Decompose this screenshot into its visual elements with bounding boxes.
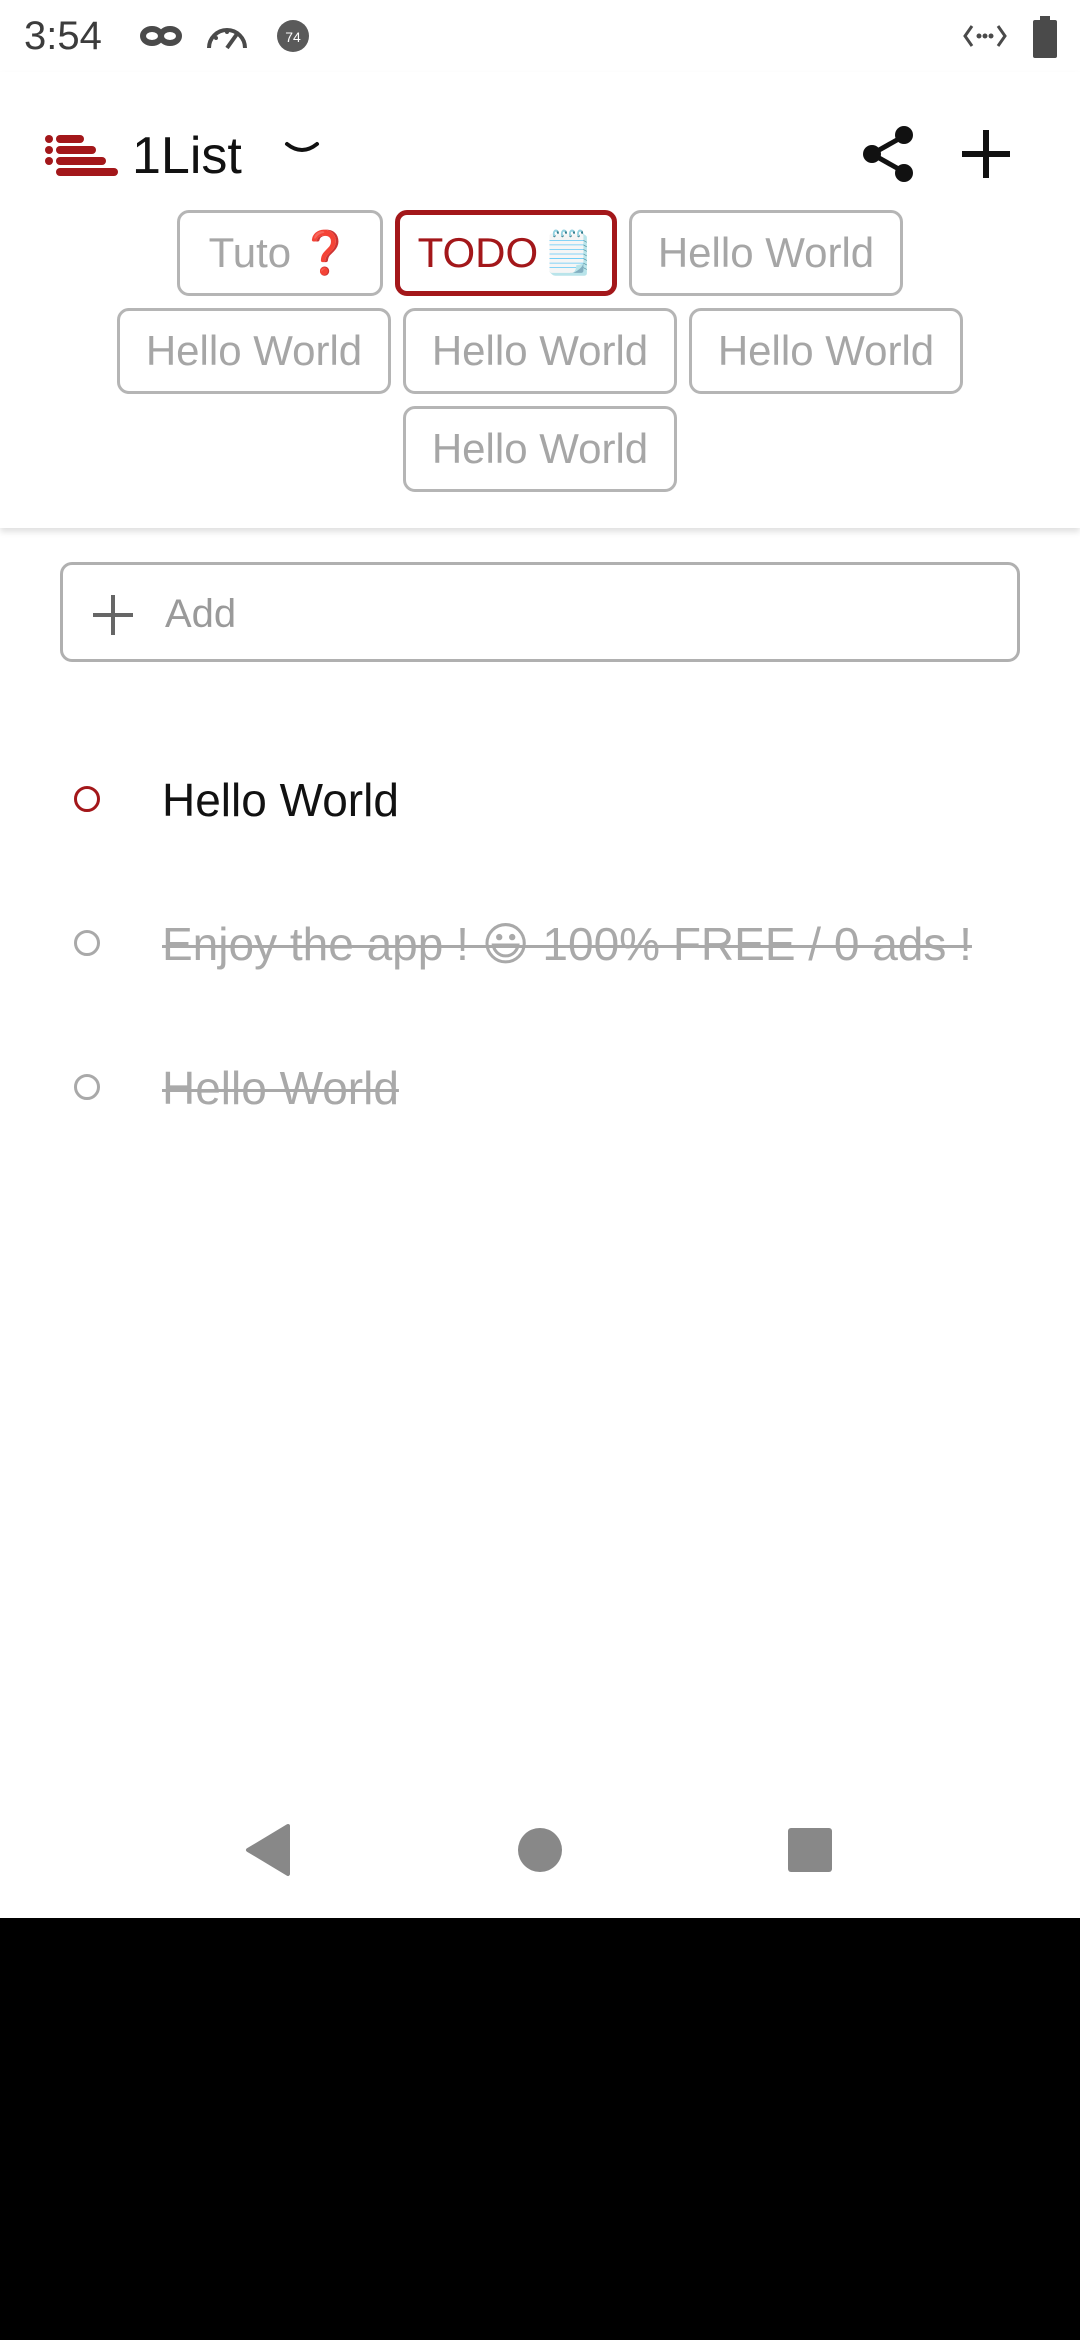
incognito-icon [140,16,182,61]
chevron-down-icon[interactable] [284,138,320,165]
tab-hello-world[interactable]: Hello World [629,210,903,296]
tab-todo[interactable]: TODO 🗒️ [395,210,617,296]
notification-badge-icon: 74 [276,16,316,61]
circle-checkbox-icon[interactable] [74,1074,100,1100]
circle-checkbox-icon[interactable] [74,930,100,956]
list-item-text[interactable]: Hello World [162,1060,399,1116]
add-item-input[interactable] [163,583,987,645]
app-title[interactable]: 1List [132,124,242,188]
svg-text:74: 74 [285,29,301,45]
navigation-bar [0,1780,1080,1918]
battery-icon [1030,16,1060,63]
recents-square-icon [788,1828,832,1872]
list-logo-icon[interactable] [44,134,118,181]
list-tabs: Tuto ❓ TODO 🗒️ Hello World Hello World H… [60,210,1020,492]
tab-label: Tuto [208,229,292,276]
back-button[interactable] [228,1810,308,1890]
back-triangle-icon [246,1824,290,1876]
tab-label: Hello World [431,327,649,374]
tab-label: Hello World [657,229,875,276]
plus-icon[interactable] [89,591,137,644]
share-button[interactable] [858,122,922,186]
recents-button[interactable] [770,1810,850,1890]
list-item[interactable]: Hello World [0,760,1080,904]
screen-bottom-area [0,1918,1080,2340]
home-button[interactable] [500,1810,580,1890]
add-list-button[interactable] [954,122,1018,186]
list-item-text[interactable]: Enjoy the app ! 😃 100% FREE / 0 ads ! [162,916,972,972]
circle-checkbox-icon[interactable] [74,786,100,812]
tab-tuto[interactable]: Tuto ❓ [177,210,383,296]
app-header: 1List Tuto ❓ TODO 🗒️ Hello World Hello W… [0,72,1080,528]
list-item[interactable]: Enjoy the app ! 😃 100% FREE / 0 ads ! [0,904,1080,1048]
question-mark-icon: ❓ [299,228,352,276]
todo-list: Hello World Enjoy the app ! 😃 100% FREE … [0,760,1080,1192]
notepad-icon: 🗒️ [542,228,595,276]
home-circle-icon [518,1828,562,1872]
list-item[interactable]: Hello World [0,1048,1080,1192]
plus-icon [962,130,1010,178]
tab-hello-world[interactable]: Hello World [403,406,677,492]
tab-hello-world[interactable]: Hello World [403,308,677,394]
status-time: 3:54 [24,14,102,58]
list-item-text[interactable]: Hello World [162,772,399,828]
add-item-box[interactable] [60,562,1020,662]
share-icon [863,126,913,182]
data-sync-icon [962,16,1008,61]
tab-hello-world[interactable]: Hello World [689,308,963,394]
speedometer-icon [204,16,250,61]
tab-label: Hello World [431,425,649,472]
tab-label: Hello World [145,327,363,374]
status-bar: 3:54 74 [0,0,1080,72]
tab-label: TODO [417,229,539,276]
tab-hello-world[interactable]: Hello World [117,308,391,394]
tab-label: Hello World [717,327,935,374]
